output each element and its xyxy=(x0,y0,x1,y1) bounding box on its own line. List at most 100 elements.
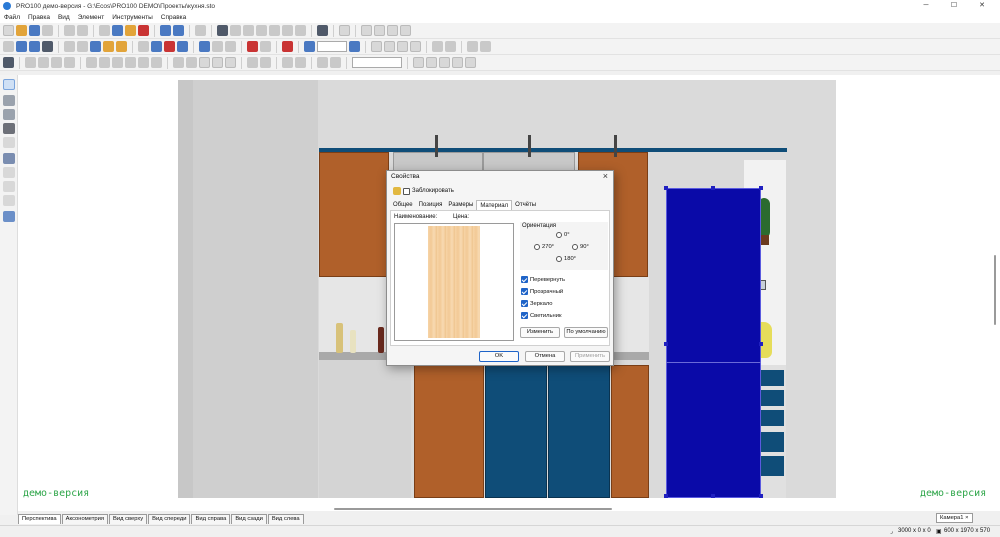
horizontal-scrollbar[interactable] xyxy=(334,508,612,510)
change-material-button[interactable]: Изменить xyxy=(520,327,560,338)
align-center-icon[interactable] xyxy=(282,57,293,68)
text-cursor-icon[interactable] xyxy=(467,41,478,52)
material-preview[interactable] xyxy=(394,223,514,341)
copy-icon[interactable] xyxy=(112,25,123,36)
bulb-icon[interactable] xyxy=(116,41,127,52)
lamp-icon[interactable] xyxy=(103,41,114,52)
tab-perspective[interactable]: Перспектива xyxy=(18,514,61,524)
select-all-icon[interactable] xyxy=(3,57,14,68)
zoom-icon[interactable] xyxy=(304,41,315,52)
snap-icon[interactable] xyxy=(199,41,210,52)
close-button[interactable]: ✕ xyxy=(968,0,996,12)
new-file-icon[interactable] xyxy=(3,25,14,36)
orient-180-option[interactable]: 180° xyxy=(556,256,576,262)
maximize-button[interactable]: ☐ xyxy=(940,0,968,12)
sum-icon[interactable] xyxy=(317,25,328,36)
line-tool-icon[interactable] xyxy=(3,167,15,178)
save-icon[interactable] xyxy=(29,25,40,36)
eyedropper-icon[interactable] xyxy=(3,123,15,134)
detach-icon[interactable] xyxy=(330,57,341,68)
wall-icon[interactable] xyxy=(3,95,15,106)
selection-handle[interactable] xyxy=(711,186,715,190)
tab-left-view[interactable]: Вид слева xyxy=(267,514,304,524)
paint-icon[interactable] xyxy=(3,137,15,148)
ungroup-icon[interactable] xyxy=(256,25,267,36)
edit-points-icon[interactable] xyxy=(3,153,15,164)
mirror-icon[interactable] xyxy=(99,57,110,68)
orient-0-option[interactable]: 0° xyxy=(556,232,570,238)
orient-270-radio[interactable] xyxy=(534,244,540,250)
align-icon[interactable] xyxy=(212,41,223,52)
align-middle-icon[interactable] xyxy=(295,57,306,68)
distribute-icon[interactable] xyxy=(225,41,236,52)
apply-button[interactable]: Применить xyxy=(570,351,610,362)
tab-back-view[interactable]: Вид сзади xyxy=(231,514,267,524)
ok-button[interactable]: OK xyxy=(479,351,519,362)
align-left-icon[interactable] xyxy=(173,57,184,68)
textured-icon[interactable] xyxy=(42,41,53,52)
attach-icon[interactable] xyxy=(317,57,328,68)
message-icon[interactable] xyxy=(339,25,350,36)
library-icon[interactable] xyxy=(230,25,241,36)
option-light[interactable]: Светильник xyxy=(521,312,562,319)
light-checkbox[interactable] xyxy=(521,312,528,319)
lock-checkbox[interactable] xyxy=(403,187,410,195)
list-icon[interactable] xyxy=(295,25,306,36)
move-right-icon[interactable] xyxy=(64,57,75,68)
spacing-h-icon[interactable] xyxy=(432,41,443,52)
align-top-icon[interactable] xyxy=(247,57,258,68)
camera-tab[interactable]: Камера1 × xyxy=(936,513,973,523)
collision-icon[interactable] xyxy=(260,41,271,52)
cancel-button[interactable]: Отмена xyxy=(525,351,565,362)
undo-icon[interactable] xyxy=(160,25,171,36)
menu-edit[interactable]: Правка xyxy=(24,14,54,21)
selection-handle[interactable] xyxy=(664,342,668,346)
tab-reports[interactable]: Отчёты xyxy=(512,200,539,210)
selection-handle[interactable] xyxy=(759,342,763,346)
grid-icon[interactable] xyxy=(164,41,175,52)
move-left-icon[interactable] xyxy=(51,57,62,68)
redo-icon[interactable] xyxy=(173,25,184,36)
save-as-icon[interactable] xyxy=(42,25,53,36)
tab-material[interactable]: Материал xyxy=(476,200,513,210)
menu-view[interactable]: Вид xyxy=(54,14,74,21)
selection-handle[interactable] xyxy=(664,186,668,190)
align-bottom-icon[interactable] xyxy=(260,57,271,68)
tab-position[interactable]: Позиция xyxy=(416,200,446,210)
pointer-icon[interactable] xyxy=(3,79,15,90)
camera-tab-close-icon[interactable]: × xyxy=(965,515,968,521)
dimension-icon[interactable] xyxy=(138,41,149,52)
menu-file[interactable]: Файл xyxy=(0,14,24,21)
tab-general[interactable]: Общее xyxy=(390,200,416,210)
option-flip[interactable]: Перевернуть xyxy=(521,276,565,283)
tab-right-view[interactable]: Вид справа xyxy=(191,514,231,524)
resize-icon[interactable] xyxy=(151,57,162,68)
zoom-in-icon[interactable] xyxy=(349,41,360,52)
camera-icon[interactable] xyxy=(90,41,101,52)
option-transparent[interactable]: Прозрачный xyxy=(521,288,563,295)
view-mode-icon[interactable] xyxy=(3,41,14,52)
curve-tool-icon[interactable] xyxy=(3,181,15,192)
height-icon[interactable] xyxy=(480,41,491,52)
selection-handle[interactable] xyxy=(711,494,715,498)
move-down-icon[interactable] xyxy=(38,57,49,68)
selected-tall-cabinet[interactable] xyxy=(666,188,761,498)
zoom-tool-icon[interactable] xyxy=(3,211,15,222)
shaded-icon[interactable] xyxy=(29,41,40,52)
move-up-icon[interactable] xyxy=(25,57,36,68)
tab-front-view[interactable]: Вид спереди xyxy=(148,514,191,524)
arc-tool-icon[interactable] xyxy=(3,195,15,206)
selection-handle[interactable] xyxy=(664,494,668,498)
orient-180-radio[interactable] xyxy=(556,256,562,262)
tab-sizes[interactable]: Размеры xyxy=(445,200,476,210)
zoom-select[interactable] xyxy=(317,41,347,52)
mirror-checkbox[interactable] xyxy=(521,300,528,307)
print-preview-icon[interactable] xyxy=(77,25,88,36)
orient-90-option[interactable]: 90° xyxy=(572,244,589,250)
minimize-button[interactable]: ─ xyxy=(912,0,940,12)
tab-axonometry[interactable]: Аксонометрия xyxy=(61,514,108,524)
menu-tools[interactable]: Инструменты xyxy=(108,14,157,21)
light-icon[interactable] xyxy=(77,41,88,52)
magnet-icon[interactable] xyxy=(247,41,258,52)
orient-0-radio[interactable] xyxy=(556,232,562,238)
